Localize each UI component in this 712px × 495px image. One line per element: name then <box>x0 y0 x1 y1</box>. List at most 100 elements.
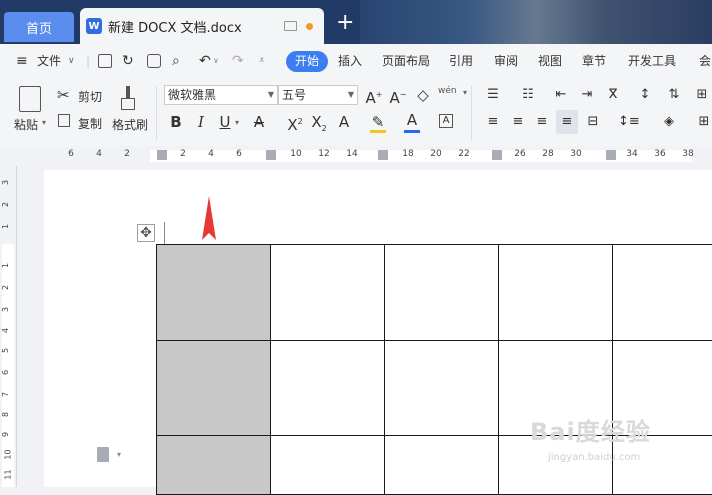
table-cell[interactable] <box>384 435 499 495</box>
export-icon[interactable]: ↻ <box>122 44 134 78</box>
table-cell[interactable] <box>612 244 712 341</box>
table-cell-selected[interactable] <box>156 340 271 436</box>
tab-view[interactable]: 视图 <box>538 44 562 78</box>
print-icon[interactable] <box>147 54 161 68</box>
chinese-layout-icon[interactable]: ⴳ <box>602 85 624 105</box>
font-size-select[interactable]: 五号 ▼ <box>278 85 358 105</box>
copy-icon[interactable] <box>58 114 70 127</box>
ruler-column-marker[interactable] <box>157 150 167 160</box>
scissors-icon[interactable]: ✂ <box>57 86 70 104</box>
numbered-list-icon[interactable]: ☷ <box>519 85 537 105</box>
table-cell[interactable] <box>270 340 385 436</box>
superscript-icon[interactable]: X2 <box>284 112 306 135</box>
ruler-column-marker[interactable] <box>266 150 276 160</box>
chevron-down-icon[interactable]: ▾ <box>117 450 121 459</box>
table-cell[interactable] <box>498 244 613 341</box>
ruler-tick: 5 <box>1 347 11 354</box>
print-preview-icon[interactable]: ⌕ <box>172 44 180 78</box>
table-move-handle-icon[interactable]: ✥ <box>137 224 155 242</box>
chevron-down-icon[interactable]: ∨ <box>68 44 75 78</box>
align-right-icon[interactable]: ≡ <box>533 112 551 132</box>
font-name-value: 微软雅黑 <box>168 88 217 102</box>
hamburger-icon[interactable]: ≡ <box>16 44 28 78</box>
table-cell-selected[interactable] <box>156 244 271 341</box>
customize-toolbar-icon[interactable]: ⩡ <box>259 44 265 78</box>
italic-icon[interactable]: I <box>192 112 210 132</box>
ruler-column-marker[interactable] <box>378 150 388 160</box>
redo-icon[interactable]: ↷ <box>232 44 244 78</box>
distributed-align-icon[interactable]: ⊟ <box>584 112 602 132</box>
sort-icon[interactable]: ⇅ <box>665 85 683 105</box>
increase-indent-icon[interactable]: ⇥ <box>578 85 596 105</box>
text-direction-icon[interactable]: ↕ <box>636 85 654 105</box>
bullet-list-icon[interactable]: ☰ <box>484 85 502 105</box>
vertical-ruler[interactable]: 3 2 1 1 2 3 4 5 6 7 8 9 10 11 <box>0 166 17 487</box>
ruler-tick: 4 <box>208 149 214 159</box>
underline-dropdown-icon[interactable]: ▾ <box>235 118 239 127</box>
paste-dropdown-icon[interactable]: ▾ <box>42 118 46 127</box>
tab-review[interactable]: 审阅 <box>494 44 518 78</box>
copy-button[interactable]: 复制 <box>78 115 102 132</box>
format-painter-icon[interactable] <box>121 86 135 112</box>
document-icon[interactable] <box>97 447 109 462</box>
clear-format-icon[interactable]: ◇ <box>413 85 433 105</box>
subscript-icon[interactable]: X2 <box>308 112 330 139</box>
tab-references[interactable]: 引用 <box>449 44 473 78</box>
tab-home[interactable]: 首页 <box>4 12 74 42</box>
ruler-column-marker[interactable] <box>606 150 616 160</box>
cut-button[interactable]: 剪切 <box>78 88 102 105</box>
tab-document[interactable]: W 新建 DOCX 文档.docx <box>80 8 324 44</box>
margin-corner-mark <box>164 222 165 244</box>
show-marks-icon[interactable]: ⊞ <box>693 85 711 105</box>
ruler-tick: 22 <box>458 149 470 159</box>
strikethrough-icon[interactable]: A <box>250 112 268 132</box>
line-spacing-icon[interactable]: ↕≡ <box>618 112 640 132</box>
character-border-icon[interactable]: A <box>439 114 453 128</box>
ribbon-toolbar: 粘贴 ▾ ✂ 剪切 复制 格式刷 微软雅黑 ▼ 五号 ▼ A+ A− ◇ wén ▾… <box>0 78 712 147</box>
shading-icon[interactable]: ◈ <box>660 112 678 132</box>
tab-page-layout[interactable]: 页面布局 <box>382 44 430 78</box>
paste-icon[interactable] <box>19 86 41 112</box>
align-center-icon[interactable]: ≡ <box>509 112 527 132</box>
table-cell[interactable] <box>270 435 385 495</box>
font-name-select[interactable]: 微软雅黑 ▼ <box>164 85 278 105</box>
table-cell-selected[interactable] <box>156 435 271 495</box>
borders-icon[interactable]: ⊞ <box>695 112 712 132</box>
tab-membership[interactable]: 会 <box>699 44 711 78</box>
table-cell[interactable] <box>384 244 499 341</box>
tab-sections[interactable]: 章节 <box>582 44 606 78</box>
pinyin-guide-button[interactable]: wén <box>438 86 457 96</box>
tab-insert[interactable]: 插入 <box>338 44 362 78</box>
tab-start[interactable]: 开始 <box>286 51 328 72</box>
increase-font-icon[interactable]: A+ <box>364 85 384 108</box>
document-tab-title: 新建 DOCX 文档.docx <box>108 20 242 36</box>
table-cell[interactable] <box>384 340 499 436</box>
font-color-icon[interactable]: A <box>404 110 420 130</box>
tab-developer-tools[interactable]: 开发工具 <box>628 44 676 78</box>
undo-dropdown-icon[interactable]: ∨ <box>213 44 219 78</box>
ruler-tick: 3 <box>1 306 11 313</box>
undo-icon[interactable]: ↶ <box>199 44 211 78</box>
ruler-tick: 2 <box>1 201 11 208</box>
ruler-tick: 2 <box>180 149 186 159</box>
decrease-font-icon[interactable]: A− <box>388 85 408 108</box>
underline-icon[interactable]: U <box>216 112 234 132</box>
monitor-icon[interactable] <box>284 21 297 31</box>
paste-button[interactable]: 粘贴 <box>14 116 38 133</box>
menu-file[interactable]: 文件 <box>37 44 61 78</box>
horizontal-ruler[interactable]: 6 4 2 2 4 6 10 12 14 18 20 22 26 28 30 3… <box>0 146 712 166</box>
new-tab-button[interactable]: + <box>336 12 354 34</box>
justify-icon[interactable]: ≡ <box>558 112 576 132</box>
align-left-icon[interactable]: ≡ <box>484 112 502 132</box>
ruler-tick: 30 <box>570 149 582 159</box>
save-icon[interactable] <box>98 54 112 68</box>
ruler-tick: 11 <box>3 469 13 480</box>
highlight-icon[interactable]: ✎ <box>370 112 386 132</box>
text-effect-icon[interactable]: A <box>335 112 353 132</box>
pinyin-dropdown-icon[interactable]: ▾ <box>463 88 467 97</box>
decrease-indent-icon[interactable]: ⇤ <box>552 85 570 105</box>
ruler-column-marker[interactable] <box>492 150 502 160</box>
table-cell[interactable] <box>270 244 385 341</box>
bold-icon[interactable]: B <box>167 112 185 132</box>
format-painter-button[interactable]: 格式刷 <box>112 116 148 133</box>
